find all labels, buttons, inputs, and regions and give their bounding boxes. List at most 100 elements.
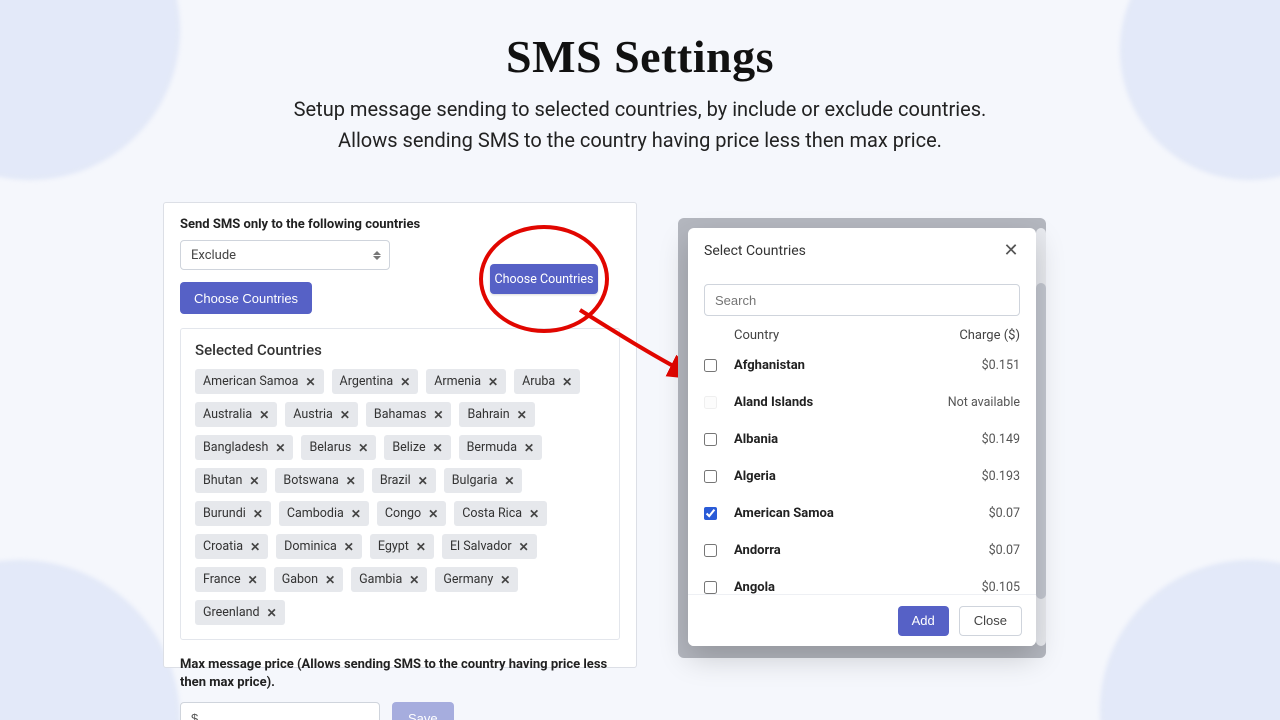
remove-chip-icon[interactable]: ✕ [358, 441, 368, 455]
country-checkbox[interactable] [704, 507, 717, 520]
remove-chip-icon[interactable]: ✕ [418, 474, 428, 488]
remove-chip-icon[interactable]: ✕ [253, 507, 263, 521]
country-chip-label: Bulgaria [452, 473, 498, 488]
country-chip-label: Egypt [378, 539, 409, 554]
remove-chip-icon[interactable]: ✕ [488, 375, 498, 389]
country-chip: Gambia ✕ [351, 567, 427, 592]
country-chip-label: Germany [443, 572, 493, 587]
country-chip-label: Gabon [282, 572, 318, 587]
country-chip: Germany ✕ [435, 567, 518, 592]
annotation-circle [479, 225, 609, 333]
remove-chip-icon[interactable]: ✕ [504, 474, 514, 488]
mode-select[interactable]: Exclude [180, 240, 390, 270]
country-chip-label: Gambia [359, 572, 402, 587]
country-chip-label: Brazil [380, 473, 411, 488]
country-chip: Bhutan✕ [195, 468, 267, 493]
country-name: Angola [734, 580, 930, 594]
search-input[interactable] [704, 284, 1020, 316]
country-charge: $0.193 [930, 469, 1020, 484]
selected-countries-heading: Selected Countries [195, 341, 605, 359]
save-button[interactable]: Save [392, 702, 454, 720]
country-row: Aland IslandsNot available [704, 384, 1020, 421]
remove-chip-icon[interactable]: ✕ [351, 507, 361, 521]
country-chip: Armenia ✕ [426, 369, 506, 394]
remove-chip-icon[interactable]: ✕ [500, 573, 510, 587]
country-checkbox[interactable] [704, 470, 717, 483]
country-chip-label: Armenia [434, 374, 481, 389]
close-button[interactable]: Close [959, 606, 1022, 636]
remove-chip-icon[interactable]: ✕ [433, 408, 443, 422]
country-row: Afghanistan$0.151 [704, 347, 1020, 384]
country-chip: Australia✕ [195, 402, 277, 427]
country-chip: France✕ [195, 567, 266, 592]
country-chip-label: American Samoa [203, 374, 298, 389]
max-price-label: Max message price (Allows sending SMS to… [180, 656, 620, 692]
remove-chip-icon[interactable]: ✕ [325, 573, 335, 587]
remove-chip-icon[interactable]: ✕ [346, 474, 356, 488]
remove-chip-icon[interactable]: ✕ [275, 441, 285, 455]
remove-chip-icon[interactable]: ✕ [248, 573, 258, 587]
country-chip-label: Bermuda [467, 440, 517, 455]
remove-chip-icon[interactable]: ✕ [340, 408, 350, 422]
close-icon[interactable]: ✕ [1002, 242, 1020, 260]
country-chip: Botswana ✕ [275, 468, 363, 493]
country-chip-label: Congo [385, 506, 421, 521]
remove-chip-icon[interactable]: ✕ [259, 408, 269, 422]
country-chip-label: Bahrain [467, 407, 509, 422]
country-chip: El Salvador✕ [442, 534, 537, 559]
modal-header: Select Countries ✕ [688, 228, 1036, 274]
choose-countries-button[interactable]: Choose Countries [180, 282, 312, 314]
remove-chip-icon[interactable]: ✕ [529, 507, 539, 521]
country-chip: Bermuda ✕ [459, 435, 542, 460]
selected-countries-chip-list: American Samoa✕Argentina✕Armenia✕Aruba✕A… [195, 369, 605, 625]
remove-chip-icon[interactable]: ✕ [409, 573, 419, 587]
col-country-header: Country [734, 328, 930, 343]
country-name: Albania [734, 432, 930, 447]
country-chip: Austria✕ [285, 402, 358, 427]
country-chip-label: Dominica [284, 539, 337, 554]
remove-chip-icon[interactable]: ✕ [305, 375, 315, 389]
country-chip: Greenland✕ [195, 600, 285, 625]
country-chip: Bangladesh ✕ [195, 435, 293, 460]
remove-chip-icon[interactable]: ✕ [250, 540, 260, 554]
col-charge-header: Charge ($) [930, 328, 1020, 343]
remove-chip-icon[interactable]: ✕ [249, 474, 259, 488]
country-checkbox[interactable] [704, 544, 717, 557]
remove-chip-icon[interactable]: ✕ [428, 507, 438, 521]
add-button[interactable]: Add [898, 606, 949, 636]
country-chip: Brazil ✕ [372, 468, 436, 493]
country-chip: Costa Rica✕ [454, 501, 547, 526]
country-row: Algeria$0.193 [704, 458, 1020, 495]
country-checkbox[interactable] [704, 433, 717, 446]
country-chip-label: Bangladesh [203, 440, 268, 455]
remove-chip-icon[interactable]: ✕ [562, 375, 572, 389]
remove-chip-icon[interactable]: ✕ [524, 441, 534, 455]
remove-chip-icon[interactable]: ✕ [519, 540, 529, 554]
remove-chip-icon[interactable]: ✕ [433, 441, 443, 455]
remove-chip-icon[interactable]: ✕ [416, 540, 426, 554]
country-chip-label: Belize [392, 440, 425, 455]
modal-scrollbar-thumb[interactable] [1036, 283, 1046, 599]
remove-chip-icon[interactable]: ✕ [344, 540, 354, 554]
country-chip: Dominica ✕ [276, 534, 362, 559]
remove-chip-icon[interactable]: ✕ [400, 375, 410, 389]
country-chip-label: Croatia [203, 539, 243, 554]
selected-countries-box: Selected Countries American Samoa ✕ Argent… [180, 328, 620, 640]
country-name: Andorra [734, 543, 930, 558]
remove-chip-icon[interactable]: ✕ [267, 606, 277, 620]
chevron-updown-icon [373, 250, 381, 260]
country-chip-label: Botswana [283, 473, 338, 488]
remove-chip-icon[interactable]: ✕ [517, 408, 527, 422]
country-checkbox[interactable] [704, 581, 717, 594]
country-charge: $0.07 [930, 543, 1020, 558]
max-price-input[interactable] [180, 702, 380, 720]
country-row: Albania$0.149 [704, 421, 1020, 458]
country-chip: Bulgaria ✕ [444, 468, 523, 493]
country-chip-label: Argentina [340, 374, 394, 389]
bg-blob [0, 560, 180, 720]
country-chip-label: Burundi [203, 506, 246, 521]
country-chip-label: Belarus [309, 440, 351, 455]
country-checkbox[interactable] [704, 359, 717, 372]
modal-title: Select Countries [704, 243, 806, 259]
country-chip: Argentina ✕ [332, 369, 419, 394]
